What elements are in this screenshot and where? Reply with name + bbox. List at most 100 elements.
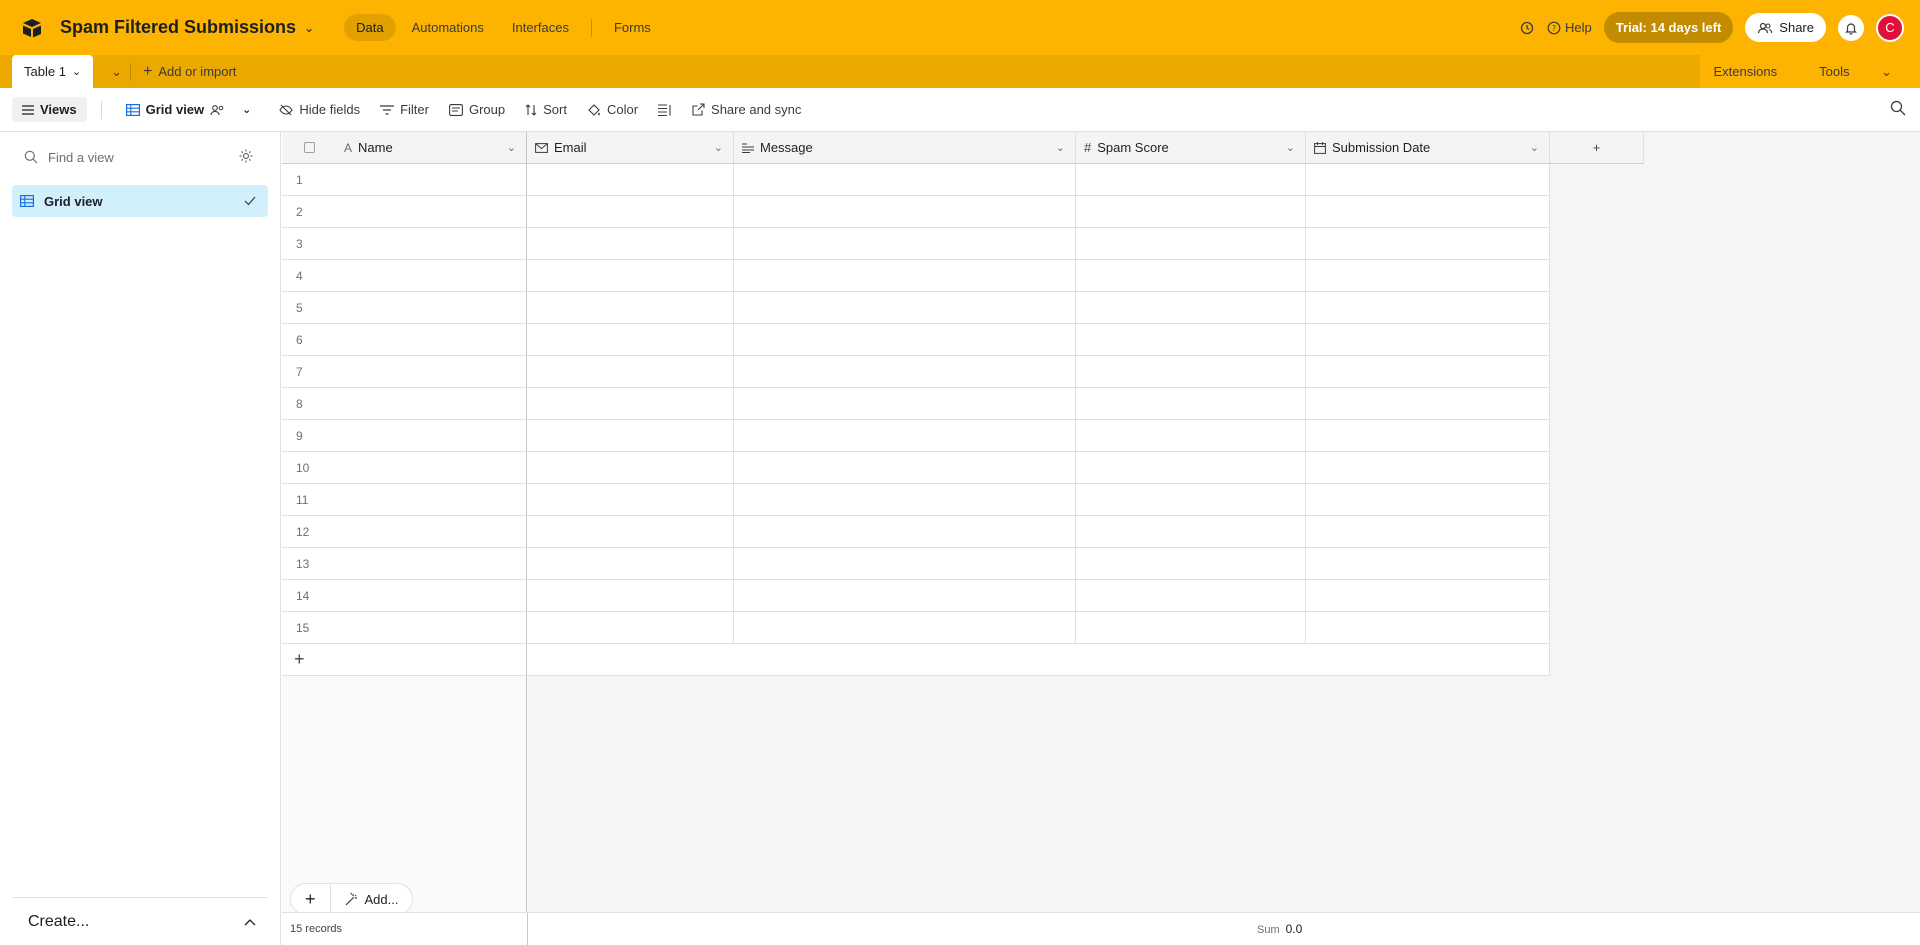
grid-cell[interactable]: [734, 484, 1076, 516]
nav-automations[interactable]: Automations: [400, 14, 496, 41]
grid-cell[interactable]: [336, 292, 527, 324]
grid-cell[interactable]: [734, 388, 1076, 420]
row-number[interactable]: 6: [282, 324, 336, 356]
grid-cell[interactable]: [1306, 516, 1550, 548]
grid-cell[interactable]: [336, 580, 527, 612]
grid-cell[interactable]: [734, 612, 1076, 644]
grid-cell[interactable]: [527, 388, 734, 420]
grid-cell[interactable]: [527, 356, 734, 388]
notification-button[interactable]: [1838, 14, 1864, 41]
sort-button[interactable]: Sort: [515, 102, 577, 117]
grid-cell[interactable]: [1306, 292, 1550, 324]
table-row[interactable]: 12: [282, 516, 1550, 548]
grid-cell[interactable]: [527, 580, 734, 612]
table-row[interactable]: 7: [282, 356, 1550, 388]
table-row[interactable]: 1: [282, 164, 1550, 196]
grid-cell[interactable]: [1076, 260, 1306, 292]
grid-cell[interactable]: [1076, 388, 1306, 420]
table-row[interactable]: 10: [282, 452, 1550, 484]
grid-cell[interactable]: [1076, 228, 1306, 260]
grid-cell[interactable]: [336, 260, 527, 292]
chevron-down-icon[interactable]: ⌄: [242, 103, 251, 116]
grid-cell[interactable]: [1076, 324, 1306, 356]
grid-cell[interactable]: [734, 228, 1076, 260]
grid-cell[interactable]: [734, 324, 1076, 356]
table-row[interactable]: 15: [282, 612, 1550, 644]
grid-cell[interactable]: [1306, 388, 1550, 420]
grid-cell[interactable]: [336, 420, 527, 452]
chevron-down-icon[interactable]: ⌄: [72, 65, 81, 78]
grid-cell[interactable]: [734, 452, 1076, 484]
grid-cell[interactable]: [336, 516, 527, 548]
grid-cell[interactable]: [734, 356, 1076, 388]
chevron-down-icon[interactable]: ⌄: [1056, 141, 1065, 154]
select-all-checkbox[interactable]: [303, 142, 315, 153]
row-number[interactable]: 9: [282, 420, 336, 452]
row-number[interactable]: 4: [282, 260, 336, 292]
chevron-down-icon[interactable]: ⌄: [1530, 141, 1539, 154]
history-icon[interactable]: [1519, 20, 1535, 36]
add-record-footer-button[interactable]: +: [291, 883, 330, 915]
grid-cell[interactable]: [734, 196, 1076, 228]
chevron-down-icon[interactable]: ⌄: [1286, 141, 1295, 154]
grid-cell[interactable]: [1306, 196, 1550, 228]
grid-cell[interactable]: [1076, 516, 1306, 548]
tools-button[interactable]: Tools ⌄: [1791, 64, 1920, 80]
avatar[interactable]: C: [1876, 13, 1904, 42]
grid-cell[interactable]: [1076, 580, 1306, 612]
help-button[interactable]: ? Help: [1547, 20, 1592, 35]
grid-cell[interactable]: [1076, 292, 1306, 324]
grid-cell[interactable]: [527, 164, 734, 196]
grid-cell[interactable]: [1306, 612, 1550, 644]
grid-cell[interactable]: [734, 548, 1076, 580]
row-number[interactable]: 7: [282, 356, 336, 388]
row-number[interactable]: 13: [282, 548, 336, 580]
grid-cell[interactable]: [527, 484, 734, 516]
column-header-message[interactable]: Message ⌄: [734, 132, 1076, 164]
grid-cell[interactable]: [336, 548, 527, 580]
grid-cell[interactable]: [734, 164, 1076, 196]
column-header-name[interactable]: A Name ⌄: [336, 132, 527, 164]
grid-cell[interactable]: [734, 292, 1076, 324]
table-row[interactable]: 6: [282, 324, 1550, 356]
find-view-input[interactable]: Find a view: [24, 146, 254, 168]
column-header-spam-score[interactable]: # Spam Score ⌄: [1076, 132, 1306, 164]
spam-score-sum[interactable]: Sum 0.0: [1257, 922, 1302, 936]
table-row[interactable]: 5: [282, 292, 1550, 324]
grid-cell[interactable]: [336, 452, 527, 484]
add-row[interactable]: +: [282, 644, 1550, 676]
row-number[interactable]: 2: [282, 196, 336, 228]
nav-data[interactable]: Data: [344, 14, 396, 41]
grid-cell[interactable]: [1306, 356, 1550, 388]
hide-fields-button[interactable]: Hide fields: [269, 102, 370, 117]
group-button[interactable]: Group: [439, 102, 515, 117]
table-row[interactable]: 14: [282, 580, 1550, 612]
grid-cell[interactable]: [527, 292, 734, 324]
add-or-import-button[interactable]: + Add or import: [131, 55, 248, 88]
row-number[interactable]: 14: [282, 580, 336, 612]
row-number[interactable]: 1: [282, 164, 336, 196]
search-icon[interactable]: [1890, 100, 1906, 116]
grid-cell[interactable]: [1306, 324, 1550, 356]
table-row[interactable]: 11: [282, 484, 1550, 516]
gear-icon[interactable]: [238, 148, 254, 164]
add-record-button[interactable]: +: [282, 644, 527, 676]
grid-cell[interactable]: [1306, 580, 1550, 612]
grid-cell[interactable]: [734, 420, 1076, 452]
nav-forms[interactable]: Forms: [602, 14, 663, 41]
base-title[interactable]: Spam Filtered Submissions: [60, 17, 296, 38]
grid-cell[interactable]: [527, 228, 734, 260]
grid-cell[interactable]: [336, 228, 527, 260]
color-button[interactable]: Color: [577, 102, 648, 117]
grid-cell[interactable]: [336, 324, 527, 356]
grid-cell[interactable]: [336, 356, 527, 388]
grid-cell[interactable]: [1306, 452, 1550, 484]
ai-add-button[interactable]: Add...: [331, 883, 413, 915]
grid-cell[interactable]: [1306, 164, 1550, 196]
extensions-button[interactable]: Extensions: [1700, 64, 1792, 79]
sidebar-item-grid-view[interactable]: Grid view: [12, 185, 268, 217]
grid-cell[interactable]: [527, 420, 734, 452]
grid-cell[interactable]: [336, 196, 527, 228]
grid-cell[interactable]: [527, 196, 734, 228]
grid-cell[interactable]: [1306, 228, 1550, 260]
